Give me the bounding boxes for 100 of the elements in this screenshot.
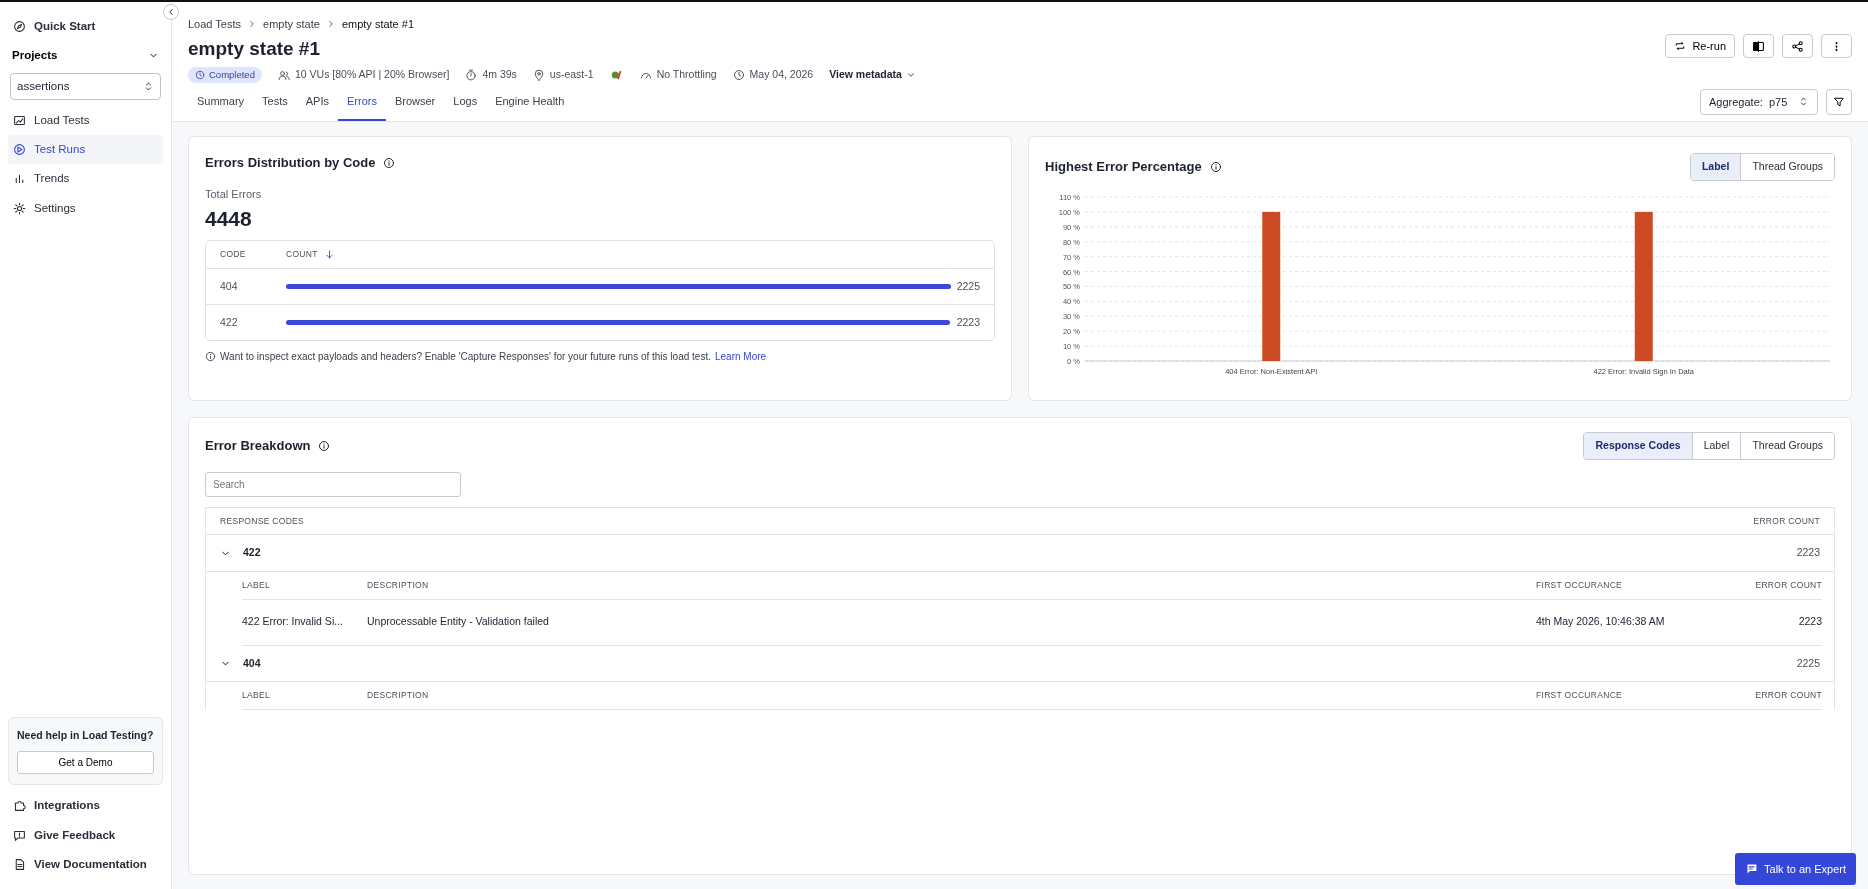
breadcrumb-link[interactable]: empty state — [263, 16, 320, 33]
compare-button[interactable] — [1743, 34, 1774, 58]
info-icon — [383, 156, 396, 169]
virtual-users-text: 10 VUs [80% API | 20% Browser] — [294, 67, 450, 83]
sidebar-item[interactable]: Trends — [8, 164, 163, 194]
chart-icon — [13, 113, 26, 127]
tab[interactable]: Browser — [385, 89, 445, 121]
sidebar-item[interactable]: Load Tests — [8, 105, 163, 135]
info-icon — [1209, 160, 1222, 173]
tab[interactable]: Engine Health — [486, 89, 574, 121]
info-icon — [318, 439, 331, 452]
help-title: Need help in Load Testing? — [17, 727, 154, 743]
duration-text: 4m 39s — [482, 67, 517, 83]
sidebar-item[interactable]: Quick Start — [8, 12, 163, 42]
table-cell-text: Unprocessable Entity - Validation failed — [367, 613, 550, 629]
view-metadata-dropdown[interactable]: View metadata — [829, 67, 916, 83]
table-cell-text: 2223 — [1797, 613, 1822, 629]
response-code: 422 — [243, 545, 261, 561]
projects-toggle[interactable]: Projects — [8, 41, 163, 71]
breadcrumb-current: empty state #1 — [341, 17, 415, 32]
column-header: LABEL — [242, 579, 271, 592]
sidebar-item[interactable]: Give Feedback — [8, 820, 163, 850]
table-cell-text: 2223 — [956, 314, 980, 330]
speech-bubble-icon — [13, 828, 26, 842]
sidebar-item[interactable]: Test Runs — [8, 135, 163, 165]
table-cell-text: 422 — [220, 314, 239, 330]
up-down-chevron-icon — [143, 80, 154, 92]
clock-icon — [195, 70, 205, 81]
talk-to-expert-button[interactable]: Talk to an Expert — [1735, 852, 1856, 885]
chat-icon — [1745, 862, 1759, 876]
puzzle-icon — [13, 799, 26, 813]
chevron-right-icon — [247, 19, 257, 30]
compass-icon — [13, 20, 26, 34]
filter-icon — [1833, 95, 1845, 108]
page-title: empty state #1 — [188, 36, 321, 61]
card-title: Error Breakdown — [205, 436, 311, 455]
chevron-left-icon — [166, 7, 176, 17]
column-header: LABEL — [242, 689, 271, 702]
column-header: CODE — [220, 248, 247, 261]
segment-option[interactable]: Label — [1690, 153, 1741, 180]
sort-arrow-icon — [323, 249, 335, 261]
segment-option[interactable]: Thread Groups — [1740, 153, 1834, 180]
table-cell-text: 404 — [220, 279, 239, 294]
clock-icon — [732, 69, 745, 82]
column-header: DESCRIPTION — [367, 689, 430, 702]
filter-button[interactable] — [1826, 88, 1852, 115]
tab[interactable]: Errors — [338, 89, 386, 121]
status-badge: Completed — [188, 67, 262, 84]
rerun-button[interactable]: Re-run — [1665, 34, 1735, 58]
breadcrumb-link[interactable]: Load Tests — [188, 16, 241, 33]
tab[interactable]: Tests — [253, 89, 297, 121]
error-count: 2223 — [1796, 545, 1820, 561]
up-down-chevron-icon — [1798, 96, 1809, 108]
card-title: Errors Distribution by Code — [205, 153, 376, 172]
sidebar-item[interactable]: Integrations — [8, 791, 163, 821]
region-text: us-east-1 — [549, 67, 594, 83]
compare-icon — [1752, 39, 1765, 53]
aggregate-select[interactable]: Aggregate: p75 — [1700, 88, 1818, 115]
document-icon — [13, 857, 26, 871]
column-header: ERROR COUNT — [1753, 514, 1820, 528]
share-button[interactable] — [1782, 34, 1813, 58]
total-errors-label: Total Errors — [205, 187, 263, 203]
table-cell-text: 4th May 2026, 10:46:38 AM — [1536, 613, 1666, 629]
column-header: FIRST OCCURANCE — [1536, 579, 1624, 592]
collapse-sidebar-button[interactable] — [163, 4, 179, 20]
search-field[interactable]: Search — [205, 471, 461, 497]
response-code: 404 — [243, 655, 261, 671]
column-header: ERROR COUNT — [1754, 579, 1822, 592]
get-demo-button[interactable]: Get a Demo — [17, 751, 154, 775]
table-cell-text: 2225 — [956, 279, 980, 294]
play-icon — [13, 143, 26, 157]
segment-option[interactable]: Response Codes — [1584, 432, 1692, 459]
error-count: 2225 — [1796, 655, 1820, 671]
total-errors-value: 4448 — [205, 205, 253, 232]
share-icon — [1791, 39, 1804, 53]
card-title: Highest Error Percentage — [1045, 157, 1202, 176]
users-icon — [277, 69, 290, 82]
column-header[interactable]: COUNT — [286, 248, 318, 261]
tab[interactable]: APIs — [296, 89, 338, 121]
learn-more-link[interactable]: Learn More — [714, 348, 767, 364]
bar-chart-icon — [13, 172, 26, 186]
capture-responses-note: Want to inspect exact payloads and headers? Enable 'Capture Responses' for your future runs of this load test. — [220, 349, 711, 364]
throttling-text: No Throttling — [656, 67, 717, 83]
project-select[interactable]: assertions — [10, 72, 161, 100]
column-header: RESPONSE CODES — [220, 514, 305, 528]
table-cell-text: 422 Error: Invalid Si... — [242, 613, 344, 629]
info-icon — [205, 350, 216, 362]
column-header: DESCRIPTION — [367, 579, 430, 592]
location-pin-icon — [532, 69, 545, 82]
column-header: ERROR COUNT — [1754, 689, 1822, 702]
settings-icon — [13, 201, 26, 215]
stopwatch-icon — [465, 69, 478, 82]
tab[interactable]: Logs — [444, 89, 487, 121]
date-text: May 04, 2026 — [749, 67, 814, 83]
column-header: FIRST OCCURANCE — [1536, 689, 1624, 702]
repeat-icon — [1674, 40, 1687, 52]
tab[interactable]: Summary — [188, 89, 254, 121]
sidebar-item[interactable]: Settings — [8, 193, 163, 223]
segment-option[interactable]: Thread Groups — [1740, 432, 1834, 459]
sidebar-item[interactable]: View Documentation — [8, 849, 163, 879]
